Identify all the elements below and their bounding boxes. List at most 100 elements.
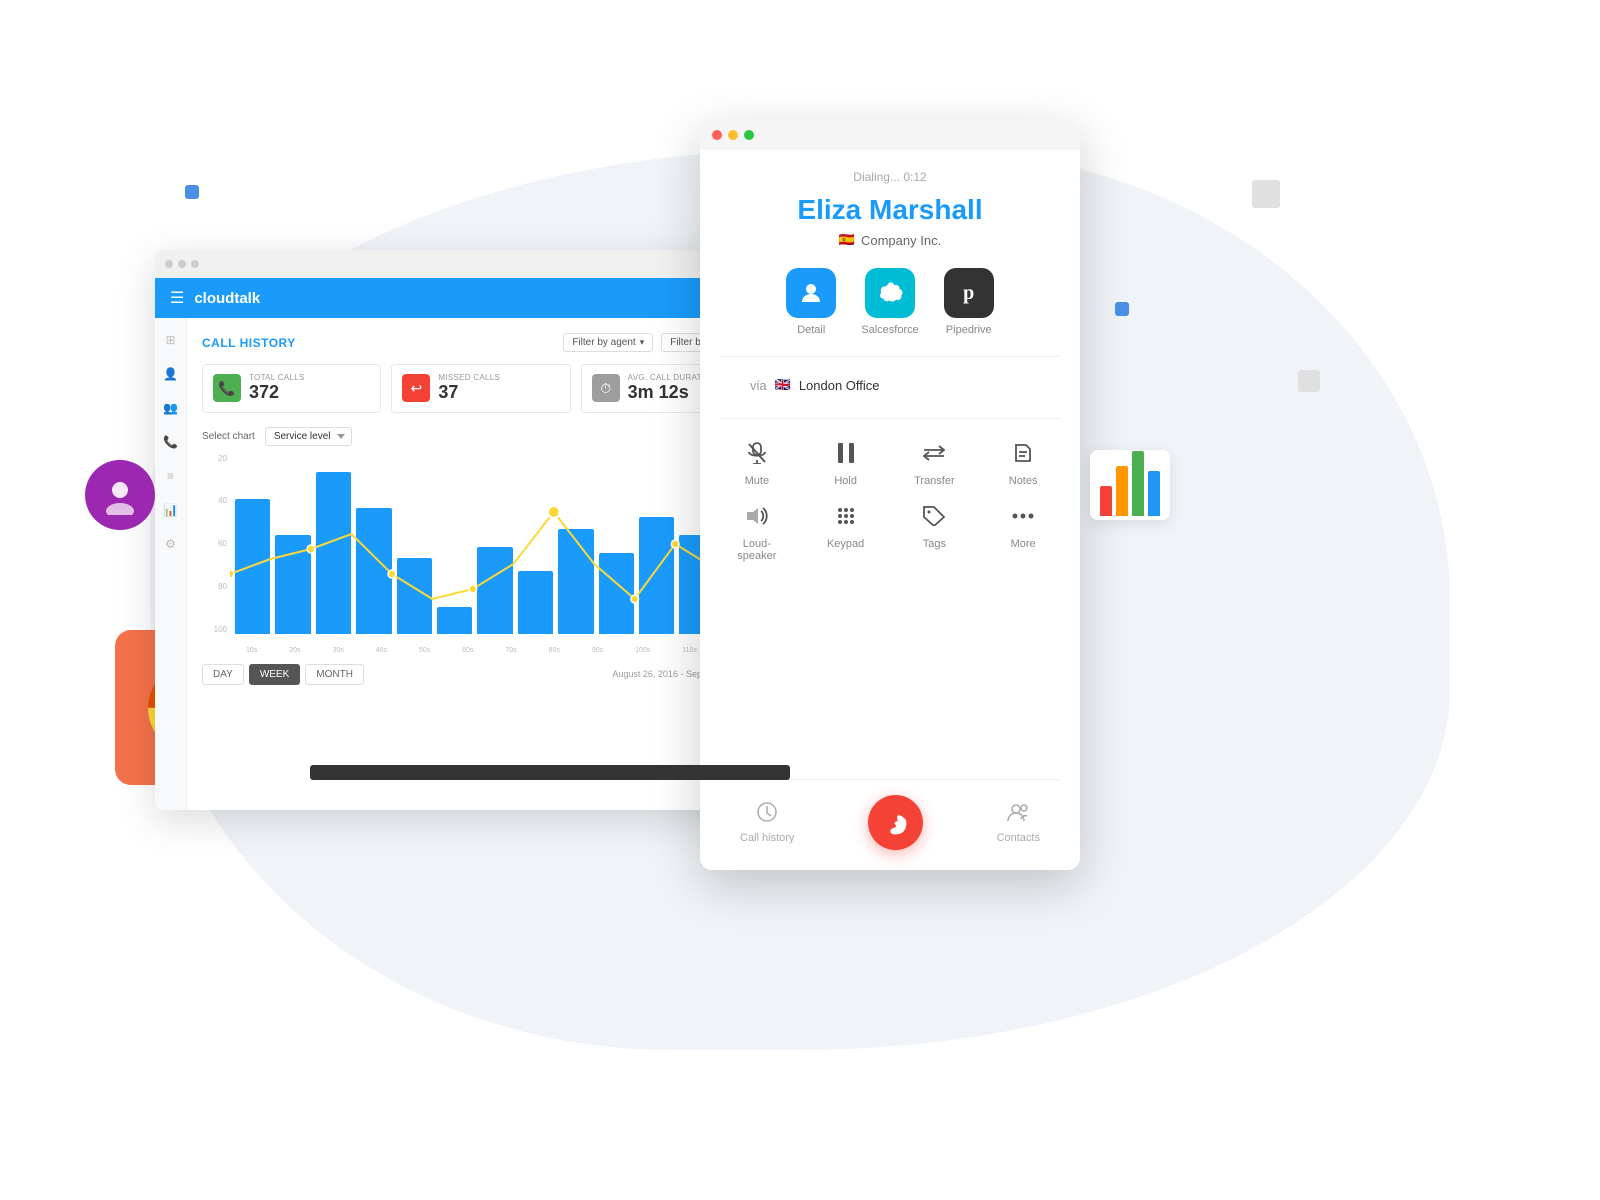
control-mute[interactable]: Mute [720, 439, 794, 487]
page-title: CALL HISTORY [202, 336, 296, 350]
pipedrive-label: Pipedrive [946, 324, 992, 336]
x-label-40s: 40s [376, 647, 387, 654]
salesforce-icon [865, 268, 915, 318]
via-text: via [750, 378, 767, 393]
company-name: Company Inc. [861, 233, 941, 248]
sidebar-icon-phone[interactable]: 📞 [163, 435, 179, 451]
stat-missed-calls: ↩ MISSED CALLS 37 [391, 364, 570, 413]
integration-pipedrive[interactable]: p Pipedrive [944, 268, 994, 336]
time-row: DAY WEEK MONTH August 26, 2016 - Septemb… [202, 664, 760, 685]
control-transfer[interactable]: Transfer [898, 439, 972, 487]
detail-label: Detail [797, 324, 825, 336]
control-loudspeaker[interactable]: Loud- speaker [720, 502, 794, 562]
avatar [85, 460, 155, 530]
phone-dot-red [712, 130, 722, 140]
main-content: CALL HISTORY Filter by agent Filter by n… [187, 318, 775, 810]
control-keypad[interactable]: Keypad [809, 502, 883, 562]
total-calls-label: TOTAL CALLS [249, 373, 370, 382]
y-label-60: 60 [202, 539, 227, 548]
scroll-decoration [310, 765, 790, 780]
call-controls: Mute Hold [720, 439, 1060, 562]
deco-blue-square-1 [185, 185, 199, 199]
time-btn-day[interactable]: DAY [202, 664, 244, 685]
nav-call-history[interactable]: Call history [740, 802, 794, 844]
total-calls-value: 372 [249, 382, 370, 404]
loudspeaker-label: Loud- speaker [737, 538, 776, 562]
mute-label: Mute [745, 475, 769, 487]
missed-calls-value: 37 [438, 382, 559, 404]
mini-bar-chart [1090, 450, 1170, 520]
integration-detail[interactable]: Detail [786, 268, 836, 336]
contact-name: Eliza Marshall [797, 194, 982, 226]
y-label-100: 100 [202, 625, 227, 634]
via-row: via 🇬🇧 London Office [720, 377, 1060, 393]
chart-type-select[interactable]: Service level Call volume [265, 427, 352, 446]
sidebar-icon-grid[interactable]: ⊞ [163, 333, 179, 349]
phone-body: Dialing... 0:12 Eliza Marshall 🇪🇸 Compan… [700, 150, 1080, 870]
x-label-80s: 80s [549, 647, 560, 654]
via-flag: 🇬🇧 [775, 377, 791, 393]
contacts-nav-label: Contacts [997, 832, 1040, 844]
more-icon [1012, 502, 1034, 530]
control-hold[interactable]: Hold [809, 439, 883, 487]
y-label-40: 40 [202, 496, 227, 505]
end-call-button[interactable] [868, 795, 923, 850]
stats-row: 📞 TOTAL CALLS 372 ↩ MISSED CALLS 37 [202, 364, 760, 413]
transfer-icon [923, 439, 945, 467]
sidebar-icon-list[interactable]: ≡ [163, 469, 179, 485]
mini-bar-2 [1116, 466, 1128, 516]
control-notes[interactable]: Notes [986, 439, 1060, 487]
x-label-90s: 90s [592, 647, 603, 654]
notes-label: Notes [1009, 475, 1038, 487]
missed-calls-icon: ↩ [402, 374, 430, 402]
stat-total-calls: 📞 TOTAL CALLS 372 [202, 364, 381, 413]
control-more[interactable]: More [986, 502, 1060, 562]
missed-calls-label: MISSED CALLS [438, 373, 559, 382]
loudspeaker-icon [746, 502, 768, 530]
x-label-110s: 110s [682, 647, 697, 654]
call-history-nav-label: Call history [740, 832, 794, 844]
content-header: CALL HISTORY Filter by agent Filter by n… [202, 333, 760, 352]
transfer-label: Transfer [914, 475, 955, 487]
nav-contacts[interactable]: Contacts [997, 802, 1040, 844]
mini-bar-1 [1100, 486, 1112, 516]
sidebar-icon-settings[interactable]: ⚙ [163, 537, 179, 553]
phone-window: Dialing... 0:12 Eliza Marshall 🇪🇸 Compan… [700, 120, 1080, 870]
hold-icon [837, 439, 855, 467]
company-row: 🇪🇸 Company Inc. [839, 232, 941, 248]
control-tags[interactable]: Tags [898, 502, 972, 562]
mini-bar-4 [1148, 471, 1160, 516]
dialing-status: Dialing... 0:12 [853, 170, 926, 184]
time-btn-week[interactable]: WEEK [249, 664, 300, 685]
time-btn-month[interactable]: MONTH [305, 664, 364, 685]
chart-area: 100 80 60 40 20 [202, 454, 760, 654]
chart-y-axis: 100 80 60 40 20 [202, 454, 227, 654]
integrations: Detail Salcesforce p Pipedrive [786, 268, 993, 336]
chart-x-axis: 10s 20s 30s 40s 50s 60s 70s 80s 90s 100s… [230, 647, 760, 654]
tags-label: Tags [923, 538, 946, 550]
sidebar-icon-people[interactable]: 👥 [163, 401, 179, 417]
filter-by-agent[interactable]: Filter by agent [563, 333, 653, 352]
titlebar-dot-1 [165, 260, 173, 268]
hamburger-icon[interactable]: ☰ [170, 288, 184, 308]
salesforce-label: Salcesforce [861, 324, 918, 336]
pipedrive-icon: p [944, 268, 994, 318]
call-history-nav-icon [756, 802, 778, 827]
phone-dot-green [744, 130, 754, 140]
avg-duration-icon: ⏱ [592, 374, 620, 402]
divider-1 [720, 356, 1060, 357]
divider-2 [720, 418, 1060, 419]
window-body: ⊞ 👤 👥 📞 ≡ 📊 ⚙ CALL HISTORY Filter by age… [155, 318, 775, 810]
deco-blue-square-4 [1115, 302, 1129, 316]
chart-controls: Select chart Service level Call volume [202, 427, 760, 446]
contacts-nav-icon [1007, 802, 1029, 827]
time-buttons: DAY WEEK MONTH [202, 664, 364, 685]
app-topbar: ☰ cloudtalk [155, 278, 775, 318]
sidebar-icon-stats[interactable]: 📊 [163, 503, 179, 519]
window-titlebar [155, 250, 775, 278]
missed-calls-info: MISSED CALLS 37 [438, 373, 559, 404]
bottom-nav: Call history Contacts [720, 779, 1060, 850]
integration-salesforce[interactable]: Salcesforce [861, 268, 918, 336]
y-label-80: 80 [202, 582, 227, 591]
sidebar-icon-person[interactable]: 👤 [163, 367, 179, 383]
